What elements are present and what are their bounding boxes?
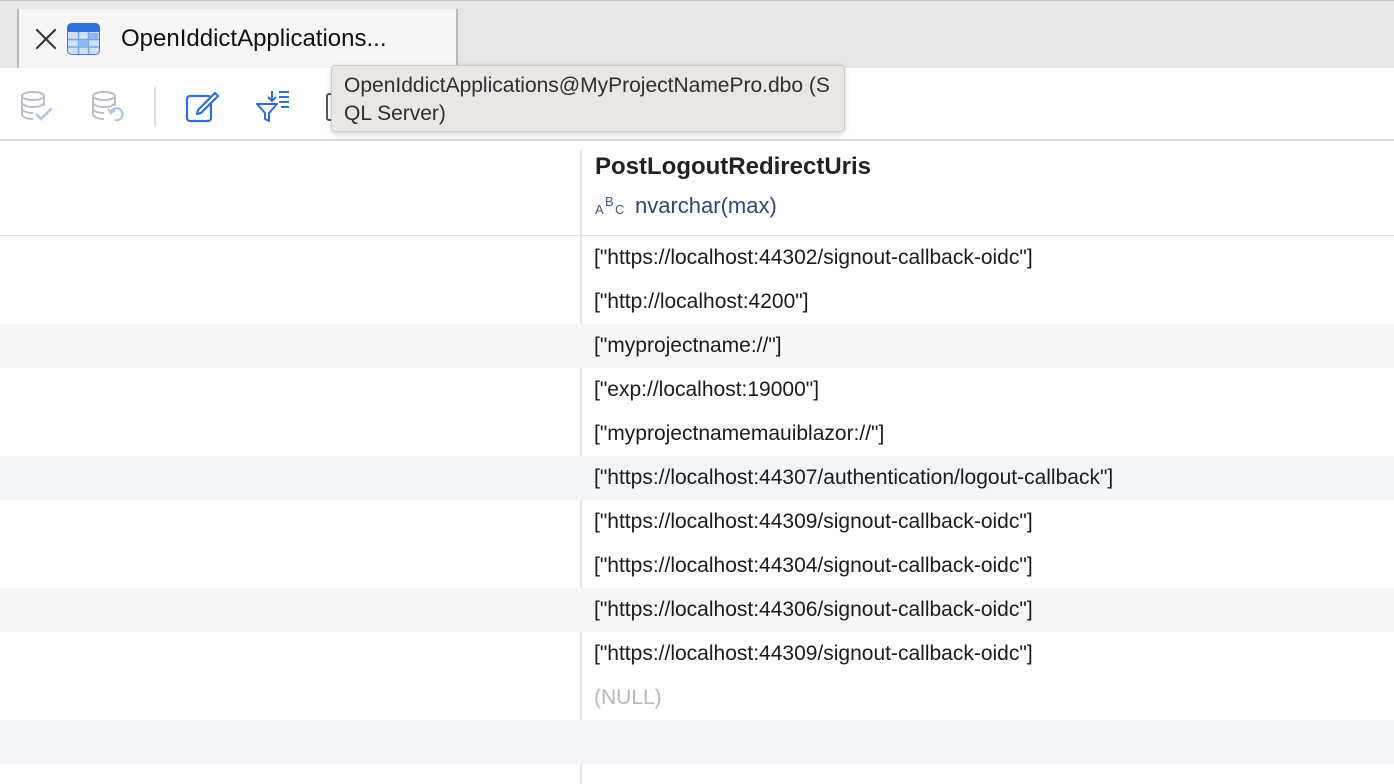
- grid-header: PostLogoutRedirectUris A B C nvarchar(ma…: [0, 141, 1394, 236]
- close-icon[interactable]: [35, 28, 57, 50]
- tab-openiddict-applications[interactable]: OpenIddictApplications...: [17, 9, 458, 69]
- cell[interactable]: ["myprojectnamemauiblazor://"]: [594, 422, 884, 446]
- column-header-postlogoutredirecturis[interactable]: PostLogoutRedirectUris: [595, 153, 871, 181]
- null-cell[interactable]: (NULL): [594, 686, 662, 710]
- database-revert-icon[interactable]: [89, 88, 125, 124]
- table-row[interactable]: ["https://localhost:44302/signout-callba…: [0, 236, 1394, 280]
- cell[interactable]: ["https://localhost:44302/signout-callba…: [594, 246, 1033, 270]
- cell[interactable]: ["https://localhost:44306/signout-callba…: [594, 598, 1033, 622]
- svg-text:C: C: [615, 202, 624, 217]
- cell[interactable]: ["https://localhost:44309/signout-callba…: [594, 642, 1033, 666]
- cell[interactable]: ["https://localhost:44304/signout-callba…: [594, 554, 1033, 578]
- filter-sort-icon[interactable]: [255, 88, 291, 124]
- table-row-empty[interactable]: [0, 720, 1394, 764]
- cell[interactable]: ["https://localhost:44309/signout-callba…: [594, 510, 1033, 534]
- edit-icon[interactable]: [184, 88, 220, 124]
- table-row[interactable]: ["myprojectname://"]: [0, 324, 1394, 368]
- table-row[interactable]: (NULL): [0, 676, 1394, 720]
- tab-bar: OpenIddictApplications...: [0, 0, 1394, 69]
- table-row[interactable]: ["https://localhost:44309/signout-callba…: [0, 500, 1394, 544]
- table-icon: [67, 23, 100, 55]
- database-check-icon[interactable]: [18, 88, 54, 124]
- table-row[interactable]: ["https://localhost:44304/signout-callba…: [0, 544, 1394, 588]
- cell[interactable]: ["exp://localhost:19000"]: [594, 378, 819, 402]
- table-row[interactable]: ["https://localhost:44307/authentication…: [0, 456, 1394, 500]
- cell[interactable]: ["https://localhost:44307/authentication…: [594, 466, 1113, 490]
- toolbar-separator: [154, 87, 156, 127]
- table-row[interactable]: ["https://localhost:44306/signout-callba…: [0, 588, 1394, 632]
- table-row[interactable]: ["http://localhost:4200"]: [0, 280, 1394, 324]
- cell[interactable]: ["http://localhost:4200"]: [594, 290, 809, 314]
- data-grid: ["https://localhost:44302/signout-callba…: [0, 236, 1394, 764]
- cell[interactable]: ["myprojectname://"]: [594, 334, 782, 358]
- column-data-type: nvarchar(max): [635, 193, 777, 218]
- tab-title: OpenIddictApplications...: [121, 25, 387, 52]
- svg-text:B: B: [605, 194, 614, 209]
- table-row[interactable]: ["myprojectnamemauiblazor://"]: [0, 412, 1394, 456]
- tab-tooltip: OpenIddictApplications@MyProjectNamePro.…: [331, 65, 845, 132]
- table-row[interactable]: ["https://localhost:44309/signout-callba…: [0, 632, 1394, 676]
- text-type-icon: A B C: [595, 193, 627, 222]
- svg-text:A: A: [595, 202, 604, 217]
- table-row[interactable]: ["exp://localhost:19000"]: [0, 368, 1394, 412]
